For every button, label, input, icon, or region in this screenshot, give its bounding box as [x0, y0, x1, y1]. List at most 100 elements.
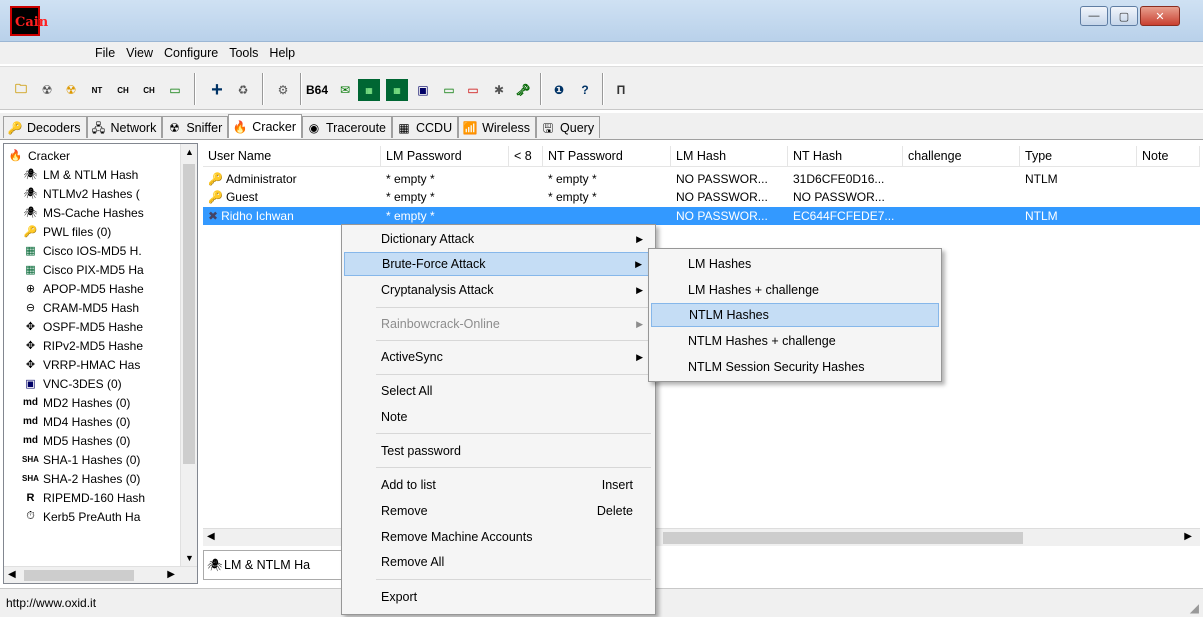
- ntlm-auth-icon[interactable]: NT: [86, 79, 108, 101]
- menu-item-select-all[interactable]: Select All: [344, 379, 653, 403]
- col-nt-hash[interactable]: NT Hash: [788, 146, 903, 167]
- tab-network[interactable]: 🖧 Network: [86, 116, 163, 138]
- chall-spoof-ntlm-icon[interactable]: CH: [138, 79, 160, 101]
- info-icon[interactable]: ❶: [548, 79, 570, 101]
- col-user-name[interactable]: User Name: [203, 146, 381, 167]
- menu-file[interactable]: File: [95, 46, 115, 60]
- add-icon[interactable]: +: [206, 79, 228, 101]
- scroll-thumb[interactable]: [183, 164, 195, 464]
- tree-item-pwl[interactable]: 🔑 PWL files (0): [22, 222, 112, 241]
- menu-configure[interactable]: Configure: [164, 46, 218, 60]
- scroll-right-icon[interactable]: ▶: [167, 569, 175, 580]
- table-row[interactable]: 🔑 Administrator * empty * * empty * NO PA…: [203, 170, 1200, 188]
- terminal-icon[interactable]: ▭: [438, 79, 460, 101]
- col-lt8[interactable]: < 8: [509, 146, 543, 167]
- remove-icon[interactable]: ♻: [232, 79, 254, 101]
- help-icon[interactable]: ?: [574, 79, 596, 101]
- hash-icon[interactable]: ✉: [334, 79, 356, 101]
- submenu-ntlm-session-security[interactable]: NTLM Session Security Hashes: [651, 355, 939, 379]
- scroll-left-icon[interactable]: ◀: [207, 531, 215, 542]
- key-tool-icon[interactable]: 🗝: [512, 79, 534, 101]
- hscroll-thumb[interactable]: [24, 570, 134, 581]
- tree-item-sha2[interactable]: SHA SHA-2 Hashes (0): [22, 469, 140, 488]
- tree-item-lm-ntlm[interactable]: 🕷 LM & NTLM Hash: [22, 165, 139, 184]
- tree-item-md2[interactable]: md MD2 Hashes (0): [22, 393, 130, 412]
- col-lm-password[interactable]: LM Password: [381, 146, 509, 167]
- tab-decoders[interactable]: 🔑 Decoders: [3, 116, 87, 138]
- tree-vertical-scrollbar[interactable]: ▲ ▼: [180, 144, 197, 566]
- tab-wireless[interactable]: 📶 Wireless: [458, 116, 537, 138]
- menu-item-dictionary-attack[interactable]: Dictionary Attack ▶: [344, 227, 653, 251]
- menu-item-remove-machine-accounts[interactable]: Remove Machine Accounts: [344, 525, 653, 549]
- cracker-tree[interactable]: 🔥 Cracker 🕷 LM & NTLM Hash 🕷 NTLMv2 Hashes …: [3, 143, 198, 584]
- tree-item-ospf[interactable]: ✥ OSPF-MD5 Hashe: [22, 317, 143, 336]
- base64-icon[interactable]: B64: [306, 79, 328, 101]
- tree-item-cracker[interactable]: 🔥 Cracker: [7, 146, 70, 165]
- col-note[interactable]: Note: [1137, 146, 1200, 167]
- menu-item-add-to-list[interactable]: Add to list Insert: [344, 473, 653, 497]
- tree-item-ripemd[interactable]: R RIPEMD-160 Hash: [22, 488, 146, 507]
- sniffer-start-icon[interactable]: ☢: [36, 79, 58, 101]
- scroll-up-icon[interactable]: ▲: [185, 147, 194, 157]
- menu-item-brute-force-attack[interactable]: Brute-Force Attack ▶: [344, 252, 653, 276]
- tab-sniffer[interactable]: ☢ Sniffer: [162, 116, 229, 138]
- tab-ccdu[interactable]: ▦ CCDU: [392, 116, 459, 138]
- scroll-left-icon[interactable]: ◀: [8, 569, 16, 580]
- col-type[interactable]: Type: [1020, 146, 1137, 167]
- open-folder-icon[interactable]: 🗀: [10, 79, 32, 101]
- menu-item-remove-all[interactable]: Remove All: [344, 550, 653, 574]
- resize-grip-icon[interactable]: ◢: [1190, 601, 1199, 615]
- col-nt-password[interactable]: NT Password: [543, 146, 671, 167]
- tab-cracker[interactable]: 🔥 Cracker: [228, 114, 303, 138]
- box-icon[interactable]: ▭: [462, 79, 484, 101]
- tree-item-ripv2[interactable]: ✥ RIPv2-MD5 Hashe: [22, 336, 143, 355]
- tree-item-md5[interactable]: md MD5 Hashes (0): [22, 431, 130, 450]
- bottom-tab-lm-ntlm[interactable]: 🕷 LM & NTLM Ha: [203, 550, 343, 580]
- tree-item-md4[interactable]: md MD4 Hashes (0): [22, 412, 130, 431]
- menu-help[interactable]: Help: [269, 46, 295, 60]
- close-button[interactable]: ✕: [1140, 6, 1180, 26]
- hscroll-thumb[interactable]: [663, 532, 1023, 544]
- tree-item-vrrp[interactable]: ✥ VRRP-HMAC Has: [22, 355, 140, 374]
- menu-item-remove[interactable]: Remove Delete: [344, 499, 653, 523]
- scroll-right-icon[interactable]: ▶: [1184, 531, 1192, 542]
- table-row-selected[interactable]: ✖ Ridho Ichwan * empty * NO PASSWOR... EC…: [203, 207, 1200, 225]
- col-lm-hash[interactable]: LM Hash: [671, 146, 788, 167]
- tab-traceroute[interactable]: ◉ Traceroute: [302, 116, 392, 138]
- tree-item-apop[interactable]: ⊕ APOP-MD5 Hashe: [22, 279, 144, 298]
- maximize-button[interactable]: ▢: [1110, 6, 1138, 26]
- about-icon[interactable]: Π: [610, 79, 632, 101]
- tree-item-ntlmv2[interactable]: 🕷 NTLMv2 Hashes (: [22, 184, 140, 203]
- lsa-icon[interactable]: ▦: [358, 79, 380, 101]
- submenu-ntlm-hashes[interactable]: NTLM Hashes: [651, 303, 939, 327]
- chall-spoof-reset-icon[interactable]: CH: [112, 79, 134, 101]
- tree-horizontal-scrollbar[interactable]: ◀ ▶: [4, 566, 197, 583]
- menu-item-rainbowcrack[interactable]: Rainbowcrack-Online ▶: [344, 312, 653, 336]
- menu-item-test-password[interactable]: Test password: [344, 439, 653, 463]
- table-row[interactable]: 🔑 Guest * empty * * empty * NO PASSWOR...…: [203, 188, 1200, 206]
- tree-item-kerb5[interactable]: ⏱ Kerb5 PreAuth Ha: [22, 507, 140, 526]
- tree-item-cram[interactable]: ⊖ CRAM-MD5 Hash: [22, 298, 139, 317]
- tab-query[interactable]: 🖫 Query: [536, 116, 601, 138]
- menu-tools[interactable]: Tools: [229, 46, 258, 60]
- menu-item-export[interactable]: Export: [344, 585, 653, 609]
- submenu-lm-hashes-challenge[interactable]: LM Hashes + challenge: [651, 278, 939, 302]
- tree-item-mscache[interactable]: 🕷 MS-Cache Hashes: [22, 203, 144, 222]
- tree-item-cisco-pix[interactable]: ▦ Cisco PIX-MD5 Ha: [22, 260, 143, 279]
- menu-item-note[interactable]: Note: [344, 405, 653, 429]
- tree-item-sha1[interactable]: SHA SHA-1 Hashes (0): [22, 450, 140, 469]
- minimize-button[interactable]: —: [1080, 6, 1108, 26]
- export-icon[interactable]: ▭: [164, 79, 186, 101]
- menu-item-activesync[interactable]: ActiveSync ▶: [344, 345, 653, 369]
- wireless-tool-icon[interactable]: ✱: [488, 79, 510, 101]
- menu-view[interactable]: View: [126, 46, 153, 60]
- submenu-ntlm-hashes-challenge[interactable]: NTLM Hashes + challenge: [651, 329, 939, 353]
- tree-item-cisco-ios[interactable]: ▦ Cisco IOS-MD5 H.: [22, 241, 141, 260]
- apr-icon[interactable]: ☢: [60, 79, 82, 101]
- scroll-down-icon[interactable]: ▼: [185, 553, 194, 563]
- decode-icon[interactable]: ⚙: [272, 79, 294, 101]
- vpn-icon[interactable]: ▦: [386, 79, 408, 101]
- col-challenge[interactable]: challenge: [903, 146, 1020, 167]
- tree-item-vnc[interactable]: ▣ VNC-3DES (0): [22, 374, 121, 393]
- vnc-icon[interactable]: ▣: [412, 79, 434, 101]
